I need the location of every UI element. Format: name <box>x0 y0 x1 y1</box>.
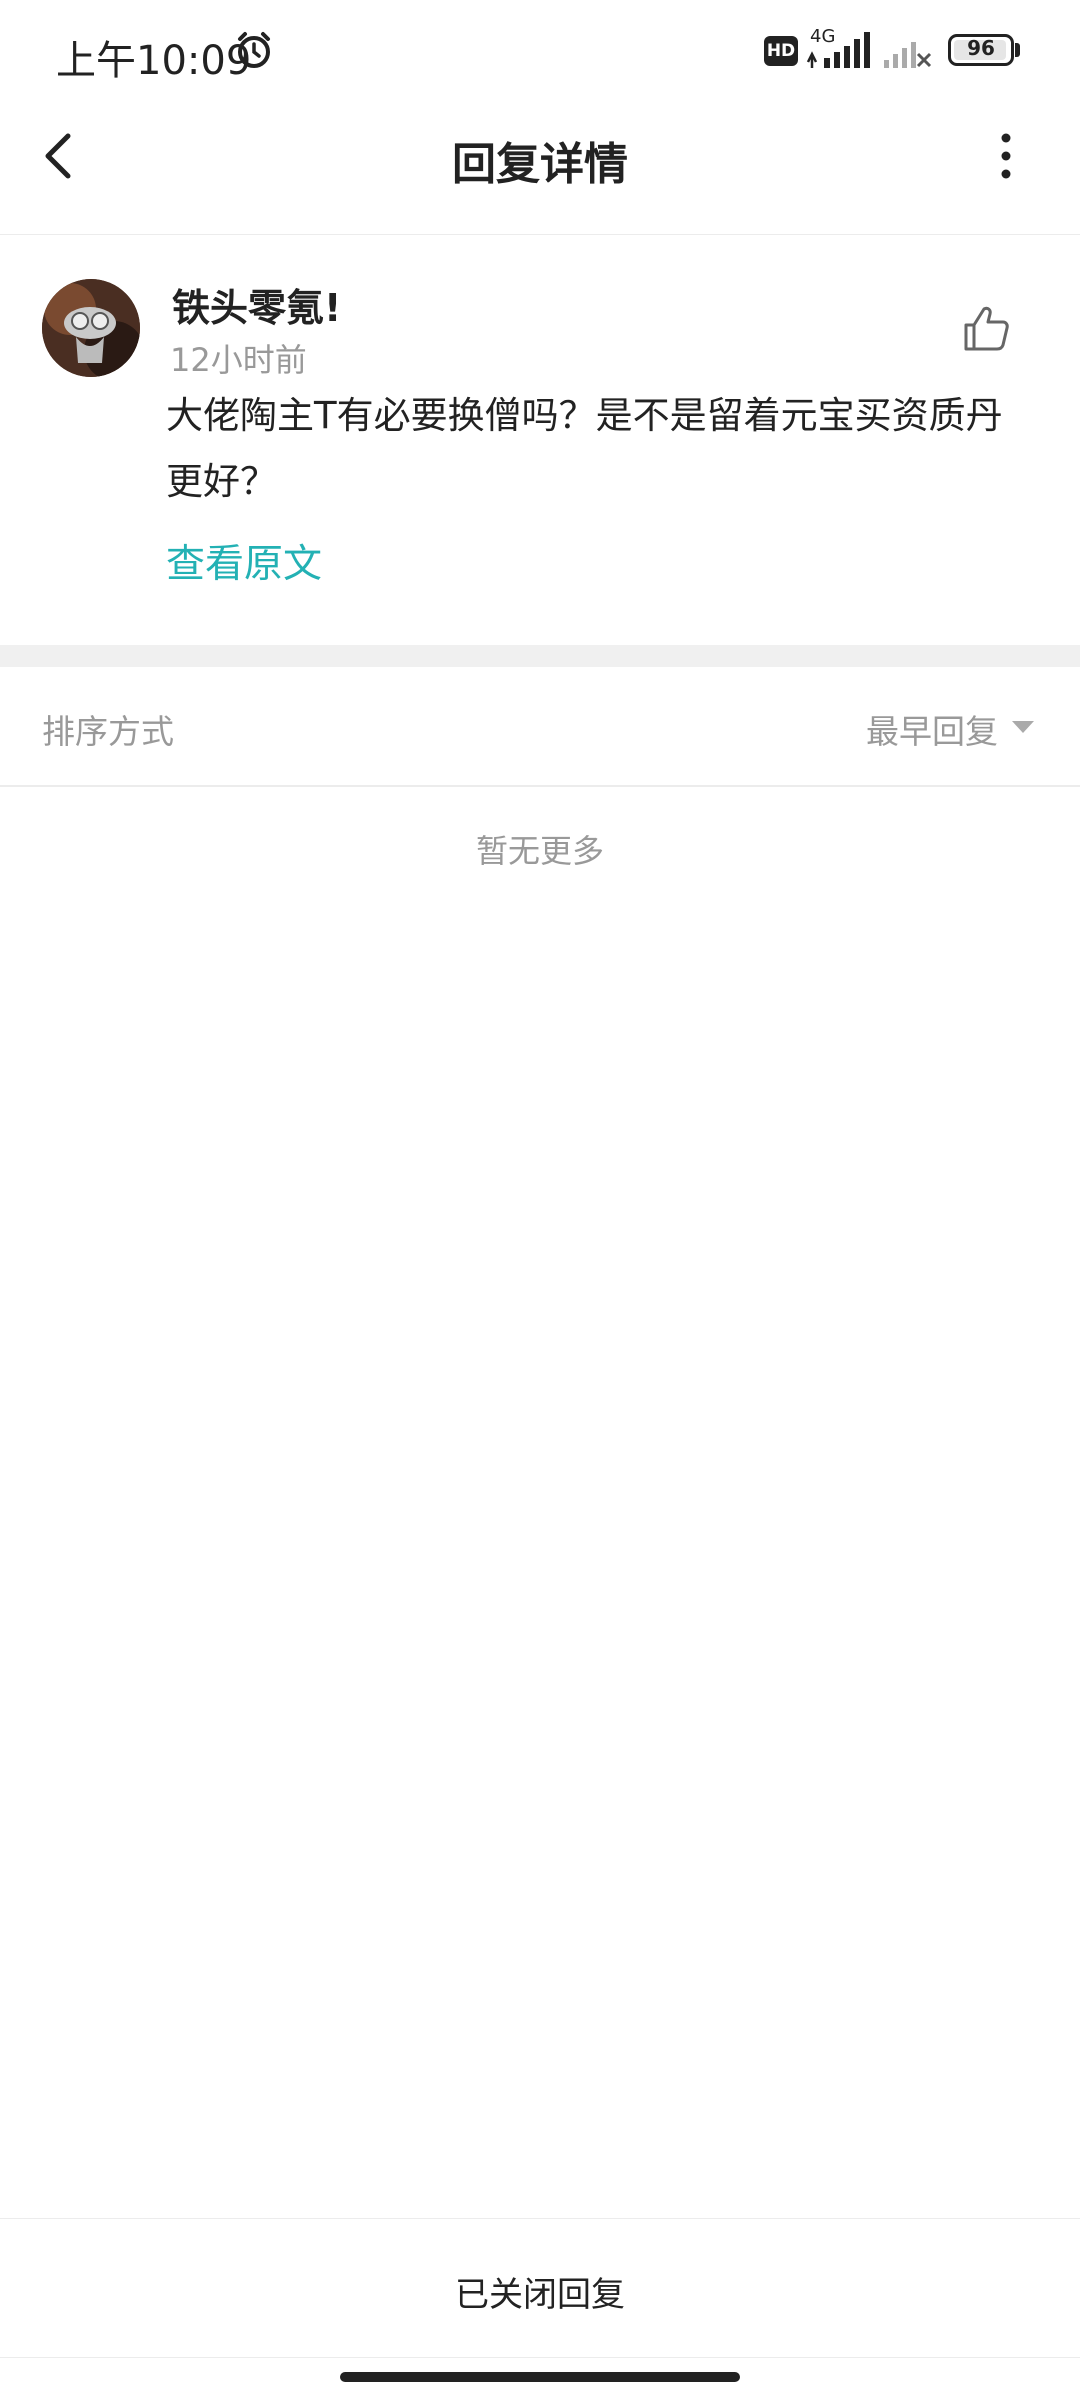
view-original-link[interactable]: 查看原文 <box>166 533 322 589</box>
reply-post: 铁头零氪! 12小时前 大佬陶主T有必要换僧吗？是不是留着元宝买资质丹更好？ 查… <box>0 235 1080 645</box>
avatar[interactable] <box>42 279 140 377</box>
more-icon[interactable] <box>986 126 1026 186</box>
status-time: 上午10:09 <box>56 38 252 84</box>
divider <box>0 2357 1080 2358</box>
status-bar: 上午10:09 HD 4G 96 <box>0 0 1080 100</box>
signal-icon <box>806 32 870 68</box>
battery-level: 96 <box>967 36 995 60</box>
battery-tip <box>1015 43 1020 57</box>
battery-icon: 96 <box>948 34 1014 66</box>
section-divider <box>0 645 1080 667</box>
replies-closed-label: 已关闭回复 <box>455 2275 625 2315</box>
hd-badge: HD <box>764 36 798 66</box>
alarm-icon <box>238 32 270 68</box>
sort-label: 排序方式 <box>42 712 174 751</box>
sort-row: 排序方式 最早回复 <box>0 667 1080 787</box>
username[interactable]: 铁头零氪! <box>172 277 341 332</box>
no-signal-icon <box>884 42 932 68</box>
page-title: 回复详情 <box>452 139 628 190</box>
caret-down-icon[interactable] <box>1012 721 1034 733</box>
bottom-bar: 已关闭回复 <box>0 2218 1080 2359</box>
sort-dropdown[interactable]: 最早回复 <box>866 705 998 753</box>
nav-bar: 回复详情 <box>0 100 1080 235</box>
thumbs-up-icon[interactable] <box>960 303 1012 355</box>
reply-content: 大佬陶主T有必要换僧吗？是不是留着元宝买资质丹更好？ <box>166 394 1003 503</box>
empty-state-text: 暂无更多 <box>475 832 604 870</box>
home-indicator[interactable] <box>340 2372 740 2382</box>
avatar-image <box>42 279 140 377</box>
timestamp: 12小时前 <box>170 341 307 379</box>
